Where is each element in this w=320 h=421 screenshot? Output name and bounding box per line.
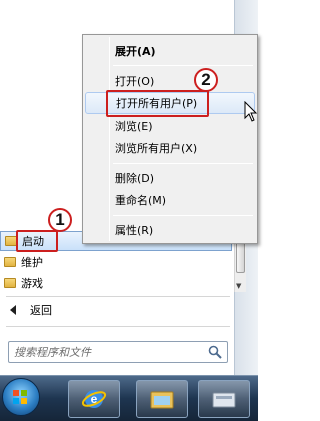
callout-step-1: 1	[48, 208, 72, 232]
search-input[interactable]: 搜索程序和文件	[8, 341, 228, 363]
mouse-cursor-icon	[244, 101, 258, 122]
menu-separator	[113, 163, 253, 164]
program-folder-maintenance[interactable]: 维护	[0, 252, 232, 272]
explorer-icon	[150, 391, 174, 409]
ie-icon: e	[81, 390, 107, 408]
menu-item-expand[interactable]: 展开(A)	[85, 40, 255, 62]
context-menu: 展开(A) 打开(O) 打开所有用户(P) 浏览(E) 浏览所有用户(X) 删除…	[82, 34, 258, 244]
taskbar-ie-button[interactable]: e	[68, 380, 120, 418]
taskbar-folder-button[interactable]	[198, 380, 250, 418]
windows-logo-icon	[13, 390, 27, 404]
menu-separator	[113, 215, 253, 216]
menu-item-explore-all-users[interactable]: 浏览所有用户(X)	[85, 137, 255, 159]
program-folder-games[interactable]: 游戏	[0, 273, 232, 293]
callout-step-2: 2	[194, 68, 218, 92]
menu-item-explore[interactable]: 浏览(E)	[85, 115, 255, 137]
menu-item-open[interactable]: 打开(O)	[85, 70, 255, 92]
folder-icon	[4, 257, 16, 267]
program-label: 维护	[21, 256, 43, 269]
taskbar-explorer-button[interactable]	[136, 380, 188, 418]
back-button[interactable]: 返回	[4, 302, 52, 318]
highlight-box-open-all-users	[106, 90, 209, 117]
svg-text:e: e	[91, 392, 98, 406]
menu-separator	[113, 65, 253, 66]
folder-icon	[4, 278, 16, 288]
search-placeholder: 搜索程序和文件	[14, 346, 91, 359]
search-icon	[208, 345, 222, 359]
scrollbar-thumb[interactable]	[236, 241, 245, 273]
folder-icon	[212, 392, 236, 408]
program-label: 游戏	[21, 277, 43, 290]
menu-item-rename[interactable]: 重命名(M)	[85, 189, 255, 211]
highlight-box-startup	[16, 230, 58, 252]
menu-item-delete[interactable]: 删除(D)	[85, 167, 255, 189]
back-label: 返回	[30, 304, 52, 317]
divider	[6, 296, 230, 297]
back-arrow-icon	[10, 305, 16, 315]
menu-item-properties[interactable]: 属性(R)	[85, 219, 255, 241]
divider	[6, 326, 230, 327]
scroll-down-icon[interactable]: ▼	[236, 282, 241, 290]
